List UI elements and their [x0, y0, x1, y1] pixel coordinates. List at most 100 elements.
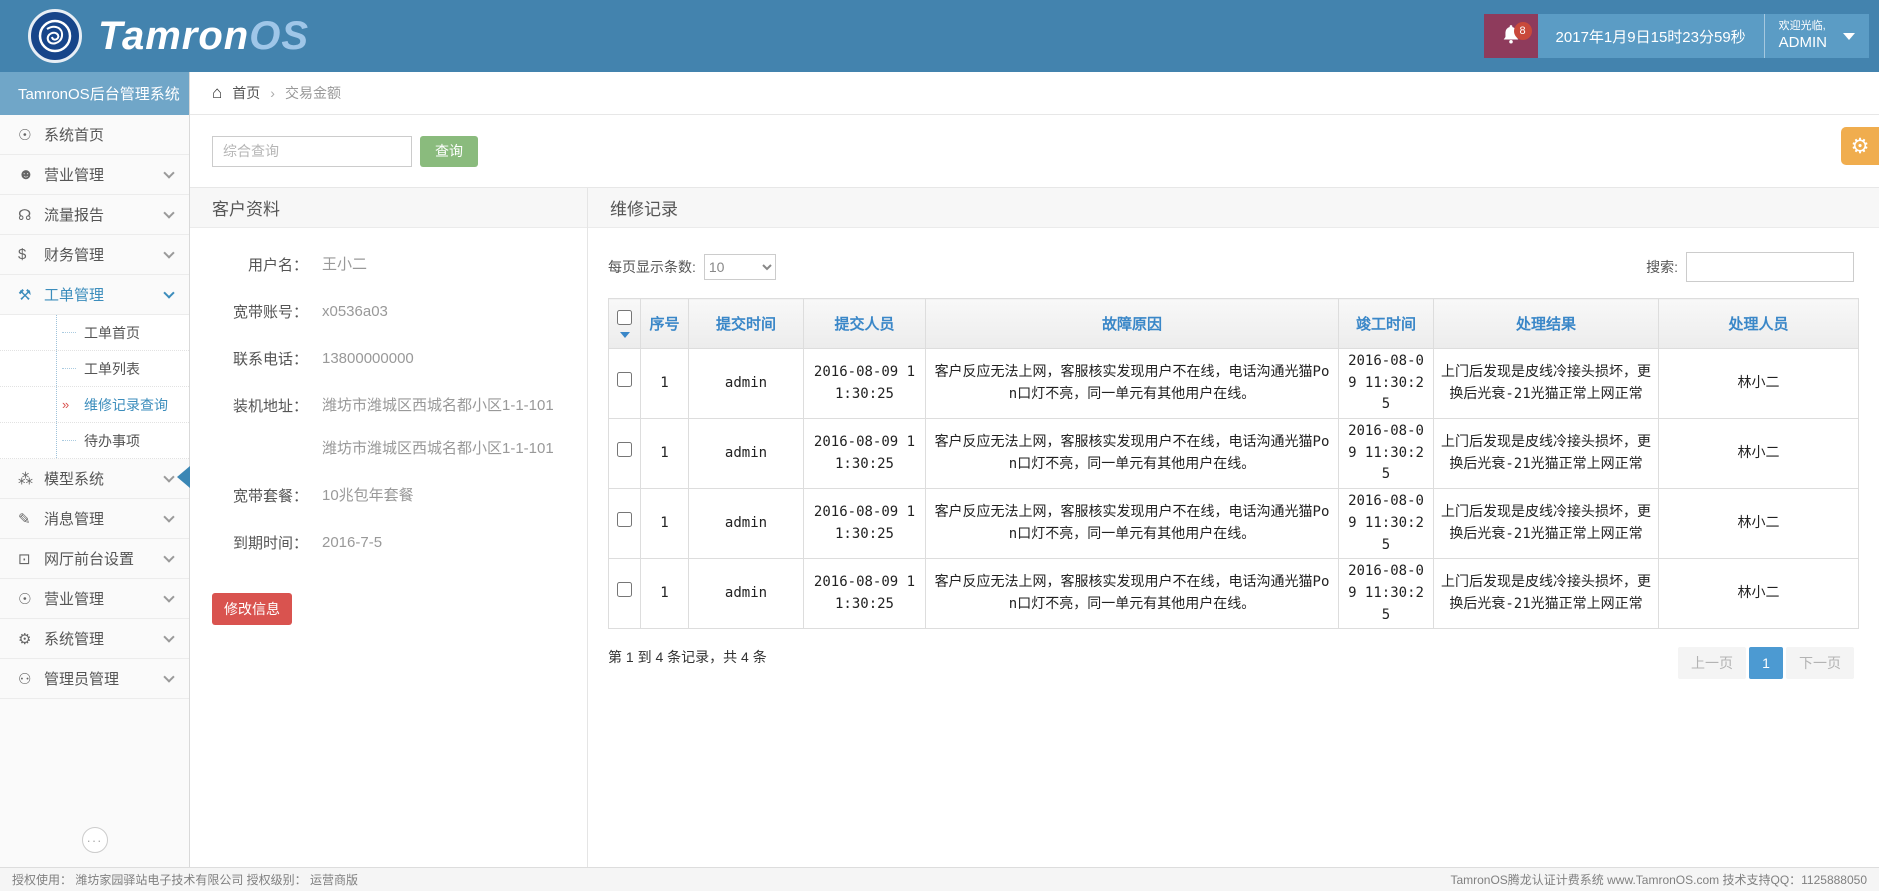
sidebar-item-finance[interactable]: $财务管理	[0, 235, 189, 275]
welcome-text: 欢迎光临,	[1779, 20, 1827, 34]
footer: 授权使用： 潍坊家园驿站电子技术有限公司 授权级别： 运营商版 TamronOS…	[0, 867, 1879, 891]
row-checkbox[interactable]	[617, 372, 632, 387]
table-cell: 1	[641, 419, 689, 489]
field-label: 装机地址：	[212, 395, 308, 459]
submenu-item-workorder-home[interactable]: 工单首页	[0, 315, 189, 351]
table-cell: 2016-08-09 11:30:25	[1339, 349, 1434, 419]
row-checkbox[interactable]	[617, 512, 632, 527]
sidebar-item-traffic[interactable]: ☊流量报告	[0, 195, 189, 235]
table-cell: 林小二	[1659, 349, 1859, 419]
username: ADMIN	[1779, 34, 1827, 53]
top-header: TamronOS 8 2017年1月9日15时23分59秒 欢迎光临, ADMI…	[0, 0, 1879, 72]
field-label: 用户名：	[212, 254, 308, 275]
sidebar-item-business[interactable]: ☻营业管理	[0, 155, 189, 195]
field-value: 潍坊市潍城区西城名都小区1-1-101潍坊市潍城区西城名都小区1-1-101	[322, 395, 554, 459]
page-number-button[interactable]: 1	[1749, 647, 1783, 679]
sidebar-item-home[interactable]: ☉系统首页	[0, 115, 189, 155]
header-dropdown-caret-icon[interactable]	[620, 332, 630, 338]
sidebar-item-label: 财务管理	[44, 244, 165, 265]
search-input[interactable]	[212, 136, 412, 167]
table-cell: admin	[689, 419, 804, 489]
submenu-item-label: 工单首页	[84, 323, 140, 343]
row-checkbox[interactable]	[617, 582, 632, 597]
admin-menu[interactable]: 欢迎光临, ADMIN	[1764, 14, 1869, 58]
gear-icon: ⚙	[18, 630, 44, 648]
table-cell: 客户反应无法上网，客服核实发现用户不在线，电话沟通光猫Pon口灯不亮，同一单元有…	[926, 489, 1339, 559]
sidebar-item-business2[interactable]: ☉营业管理	[0, 579, 189, 619]
submenu-item-todo[interactable]: 待办事项	[0, 423, 189, 459]
active-item-pointer	[177, 466, 190, 488]
table-header-row: 序号提交时间提交人员故障原因竣工时间处理结果处理人员	[609, 299, 1859, 349]
column-header[interactable]: 处理结果	[1434, 299, 1659, 349]
customer-field-row: 装机地址：潍坊市潍城区西城名都小区1-1-101潍坊市潍城区西城名都小区1-1-…	[212, 395, 569, 459]
main-content: ⌂ 首页 › 交易金额 查询 ⚙ 客户资料 用户名：王小二宽带账号：x0536a…	[190, 72, 1879, 867]
sidebar-item-label: 模型系统	[44, 468, 165, 489]
field-value-line2: 潍坊市潍城区西城名都小区1-1-101	[322, 438, 554, 459]
table-cell: 1	[641, 559, 689, 629]
dashboard-icon: ☉	[18, 590, 44, 608]
sidebar-item-admins[interactable]: ⚇管理员管理	[0, 659, 189, 699]
table-search-input[interactable]	[1686, 252, 1854, 282]
field-label: 到期时间：	[212, 532, 308, 553]
home-icon[interactable]: ⌂	[212, 83, 222, 103]
sidebar-more-toggle[interactable]: ···	[82, 827, 108, 853]
table-cell: admin	[689, 489, 804, 559]
sidebar-item-label: 系统管理	[44, 628, 165, 649]
notifications-button[interactable]: 8	[1484, 14, 1538, 58]
records-table-body: 1admin2016-08-09 11:30:25客户反应无法上网，客服核实发现…	[609, 349, 1859, 629]
dotted-connector-icon	[62, 368, 76, 369]
global-search-section: 查询 ⚙	[190, 115, 1879, 187]
column-header[interactable]: 故障原因	[926, 299, 1339, 349]
submenu-item-repair-records[interactable]: »维修记录查询	[0, 387, 189, 423]
field-value: 10兆包年套餐	[322, 485, 414, 506]
users-icon: ⚇	[18, 670, 44, 688]
per-page-select[interactable]: 10	[704, 254, 776, 280]
sidebar-item-webfront[interactable]: ⊡网厅前台设置	[0, 539, 189, 579]
column-header[interactable]: 竣工时间	[1339, 299, 1434, 349]
chevron-down-icon	[163, 631, 174, 642]
column-header[interactable]: 序号	[641, 299, 689, 349]
breadcrumb-separator: ›	[270, 85, 275, 101]
app-window: TamronOS 8 2017年1月9日15时23分59秒 欢迎光临, ADMI…	[0, 0, 1879, 891]
submenu-item-label: 工单列表	[84, 359, 140, 379]
column-header[interactable]: 提交时间	[689, 299, 804, 349]
sidebar-item-message[interactable]: ✎消息管理	[0, 499, 189, 539]
sidebar-item-label: 流量报告	[44, 204, 165, 225]
field-label: 宽带套餐：	[212, 485, 308, 506]
table-cell: 1	[641, 349, 689, 419]
submenu-item-workorder-list[interactable]: 工单列表	[0, 351, 189, 387]
column-header[interactable]: 提交人员	[804, 299, 926, 349]
chevron-down-icon	[163, 471, 174, 482]
table-cell: 2016-08-09 11:30:25	[1339, 559, 1434, 629]
sidebar-item-system[interactable]: ⚙系统管理	[0, 619, 189, 659]
sidebar-item-label: 管理员管理	[44, 668, 165, 689]
customer-panel-title: 客户资料	[190, 188, 587, 228]
field-value: 13800000000	[322, 348, 414, 369]
prev-page-button[interactable]: 上一页	[1678, 647, 1746, 679]
footer-license-text: 授权使用： 潍坊家园驿站电子技术有限公司 授权级别： 运营商版	[12, 871, 358, 888]
logo-globe-icon	[28, 9, 82, 63]
dollar-icon: $	[18, 246, 44, 263]
edit-info-button[interactable]: 修改信息	[212, 593, 292, 625]
desktop-icon: ⊡	[18, 550, 44, 568]
chevron-down-icon	[163, 591, 174, 602]
breadcrumb-home[interactable]: 首页	[232, 83, 260, 103]
records-table: 序号提交时间提交人员故障原因竣工时间处理结果处理人员 1admin2016-08…	[608, 298, 1859, 629]
sidebar-item-workorder[interactable]: ⚒工单管理	[0, 275, 189, 315]
select-all-checkbox[interactable]	[617, 310, 632, 325]
records-summary: 第 1 到 4 条记录，共 4 条	[608, 647, 767, 667]
settings-gear-button[interactable]: ⚙	[1841, 127, 1879, 165]
dashboard-icon: ☉	[18, 126, 44, 144]
notification-count-badge: 8	[1514, 22, 1532, 40]
table-cell: 客户反应无法上网，客服核实发现用户不在线，电话沟通光猫Pon口灯不亮，同一单元有…	[926, 419, 1339, 489]
table-cell: 上门后发现是皮线冷接头损坏，更换后光衰-21光猫正常上网正常	[1434, 489, 1659, 559]
records-panel-title: 维修记录	[588, 188, 1879, 228]
table-cell: 2016-08-09 11:30:25	[804, 489, 926, 559]
table-cell: 2016-08-09 11:30:25	[804, 559, 926, 629]
sidebar-item-model[interactable]: ⁂模型系统	[0, 459, 189, 499]
next-page-button[interactable]: 下一页	[1786, 647, 1854, 679]
sidebar-item-label: 营业管理	[44, 588, 165, 609]
column-header[interactable]: 处理人员	[1659, 299, 1859, 349]
query-button[interactable]: 查询	[420, 136, 478, 167]
row-checkbox[interactable]	[617, 442, 632, 457]
